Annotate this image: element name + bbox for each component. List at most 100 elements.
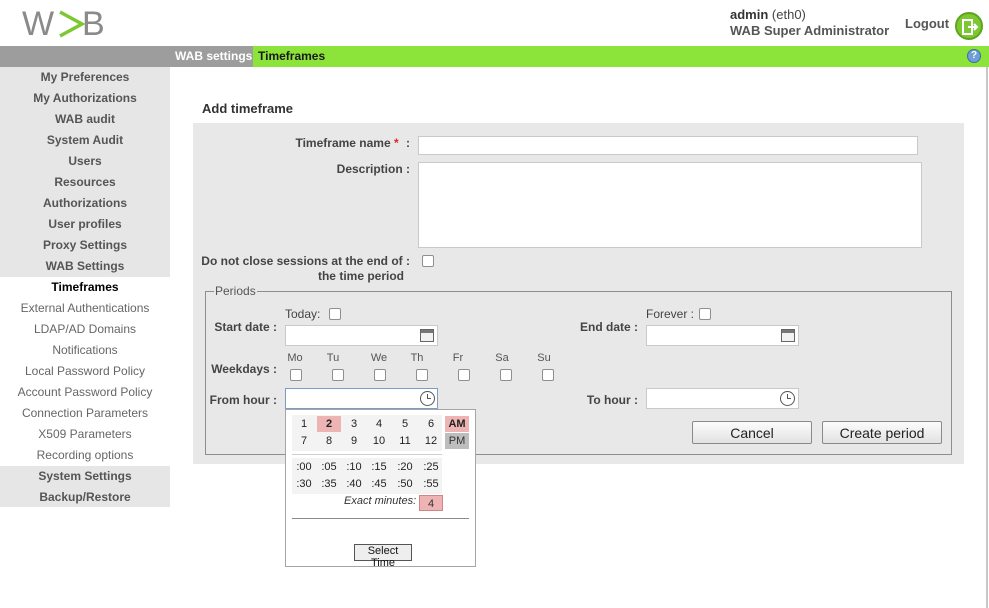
logout-button[interactable] — [955, 12, 983, 40]
sidebar-subitem-timeframes[interactable]: Timeframes — [0, 277, 170, 298]
no-close-label-line1: Do not close sessions at the end of : — [201, 254, 410, 268]
minute-cell-55[interactable]: :55 — [419, 476, 443, 492]
sidebar-item-users[interactable]: Users — [0, 151, 170, 172]
sidebar-subitem-recording-options[interactable]: Recording options — [0, 445, 170, 466]
start-date-calendar-icon[interactable] — [420, 329, 434, 342]
time-picker-popup: 1 2 3 4 5 6 AM 7 8 9 10 11 12 PM :00 :05… — [285, 409, 476, 569]
to-hour-input[interactable] — [646, 388, 799, 409]
user-role: WAB Super Administrator — [730, 23, 890, 38]
select-time-button[interactable]: Select Time — [354, 544, 412, 569]
sidebar-item-wab-audit[interactable]: WAB audit — [0, 109, 170, 130]
periods-legend: Periods — [215, 284, 256, 298]
weekday-checkbox-th[interactable] — [416, 369, 428, 381]
minute-cell-40[interactable]: :40 — [342, 476, 366, 492]
hour-cell-3[interactable]: 3 — [342, 416, 366, 432]
minute-cell-45[interactable]: :45 — [367, 476, 391, 492]
today-checkbox[interactable] — [329, 308, 341, 320]
minute-cell-00[interactable]: :00 — [292, 459, 316, 475]
breadcrumb-section[interactable]: WAB settings — [175, 49, 252, 63]
hour-cell-11[interactable]: 11 — [393, 433, 417, 449]
sidebar-subitem-local-password-policy[interactable]: Local Password Policy — [0, 361, 170, 382]
weekday-checkbox-tu[interactable] — [332, 369, 344, 381]
hour-cell-7[interactable]: 7 — [292, 433, 316, 449]
hour-cell-12[interactable]: 12 — [419, 433, 443, 449]
description-textarea[interactable] — [418, 162, 922, 248]
exact-minutes-input[interactable]: 4 — [419, 495, 443, 511]
end-date-input[interactable] — [646, 325, 799, 346]
create-period-button[interactable]: Create period — [822, 421, 942, 444]
weekday-label-su: Su — [537, 352, 551, 364]
pm-toggle[interactable]: PM — [445, 433, 469, 449]
sidebar-item-user-profiles[interactable]: User profiles — [0, 214, 170, 235]
minute-cell-50[interactable]: :50 — [393, 476, 417, 492]
sidebar-subitem-ldap-ad-domains[interactable]: LDAP/AD Domains — [0, 319, 170, 340]
picker-divider — [292, 518, 469, 519]
sidebar-subitem-notifications[interactable]: Notifications — [0, 340, 170, 361]
sidebar-subitem-account-password-policy[interactable]: Account Password Policy — [0, 382, 170, 403]
no-close-checkbox[interactable] — [422, 255, 434, 267]
from-hour-input[interactable] — [285, 388, 438, 409]
hour-cell-6[interactable]: 6 — [419, 416, 443, 432]
breadcrumb-current: Timeframes — [258, 49, 326, 63]
no-close-label-line2: the time period — [317, 269, 404, 283]
weekday-checkbox-su[interactable] — [542, 369, 554, 381]
from-hour-clock-icon[interactable] — [420, 391, 435, 406]
timeframe-name-label-text: Timeframe name — [295, 136, 391, 150]
minute-cell-35[interactable]: :35 — [317, 476, 341, 492]
timeframe-name-input[interactable] — [418, 136, 918, 155]
sidebar-item-backup-restore[interactable]: Backup/Restore — [0, 487, 170, 508]
minute-cell-10[interactable]: :10 — [342, 459, 366, 475]
am-toggle[interactable]: AM — [445, 416, 469, 432]
help-icon[interactable]: ? — [967, 49, 981, 63]
cancel-button[interactable]: Cancel — [692, 421, 812, 444]
sidebar-item-wab-settings[interactable]: WAB Settings — [0, 256, 170, 277]
hour-cell-8[interactable]: 8 — [317, 433, 341, 449]
logout-link[interactable]: Logout — [905, 16, 949, 31]
weekday-checkbox-fr[interactable] — [458, 369, 470, 381]
hour-cell-1[interactable]: 1 — [292, 416, 316, 432]
sidebar-item-authorizations[interactable]: Authorizations — [0, 193, 170, 214]
hour-cell-10[interactable]: 10 — [367, 433, 391, 449]
description-label: Description : — [336, 162, 410, 176]
sidebar-subitem-connection-parameters[interactable]: Connection Parameters — [0, 403, 170, 424]
weekday-label-we: We — [370, 352, 388, 364]
hour-cell-2[interactable]: 2 — [317, 416, 341, 432]
start-date-label: Start date : — [214, 320, 277, 334]
sidebar-item-system-audit[interactable]: System Audit — [0, 130, 170, 151]
sidebar-subitem-x509-parameters[interactable]: X509 Parameters — [0, 424, 170, 445]
start-date-input[interactable] — [285, 325, 438, 346]
sidebar-item-system-settings[interactable]: System Settings — [0, 466, 170, 487]
minute-cell-25[interactable]: :25 — [419, 459, 443, 475]
forever-label: Forever : — [646, 307, 695, 321]
user-name: admin — [730, 7, 769, 22]
no-close-label: Do not close sessions at the end of : th… — [200, 254, 410, 284]
hour-cell-4[interactable]: 4 — [367, 416, 391, 432]
forever-checkbox[interactable] — [699, 308, 711, 320]
minute-cell-20[interactable]: :20 — [393, 459, 417, 475]
hour-cell-5[interactable]: 5 — [393, 416, 417, 432]
hour-cell-9[interactable]: 9 — [342, 433, 366, 449]
end-date-calendar-icon[interactable] — [781, 329, 795, 342]
weekday-checkbox-mo[interactable] — [290, 369, 302, 381]
end-date-label: End date : — [579, 320, 638, 334]
user-interface: (eth0) — [771, 7, 806, 22]
sidebar-item-resources[interactable]: Resources — [0, 172, 170, 193]
to-hour-clock-icon[interactable] — [780, 391, 795, 406]
today-label: Today: — [285, 307, 321, 321]
wab-logo: W B — [22, 5, 105, 42]
right-border — [986, 67, 988, 608]
sidebar-item-proxy-settings[interactable]: Proxy Settings — [0, 235, 170, 256]
user-info: admin (eth0) WAB Super Administrator — [730, 7, 889, 39]
weekday-checkbox-we[interactable] — [374, 369, 386, 381]
weekday-label-mo: Mo — [287, 352, 303, 364]
weekday-checkbox-sa[interactable] — [500, 369, 512, 381]
timeframe-name-label: Timeframe name * : — [260, 136, 410, 150]
sidebar-subitem-external-authentications[interactable]: External Authentications — [0, 298, 170, 319]
sidebar-item-my-authorizations[interactable]: My Authorizations — [0, 88, 170, 109]
minute-cell-30[interactable]: :30 — [292, 476, 316, 492]
minute-cell-05[interactable]: :05 — [317, 459, 341, 475]
breadcrumb-right-bar — [253, 46, 989, 67]
sidebar-item-my-preferences[interactable]: My Preferences — [0, 67, 170, 88]
exact-minutes-label: Exact minutes: — [344, 495, 417, 507]
minute-cell-15[interactable]: :15 — [367, 459, 391, 475]
